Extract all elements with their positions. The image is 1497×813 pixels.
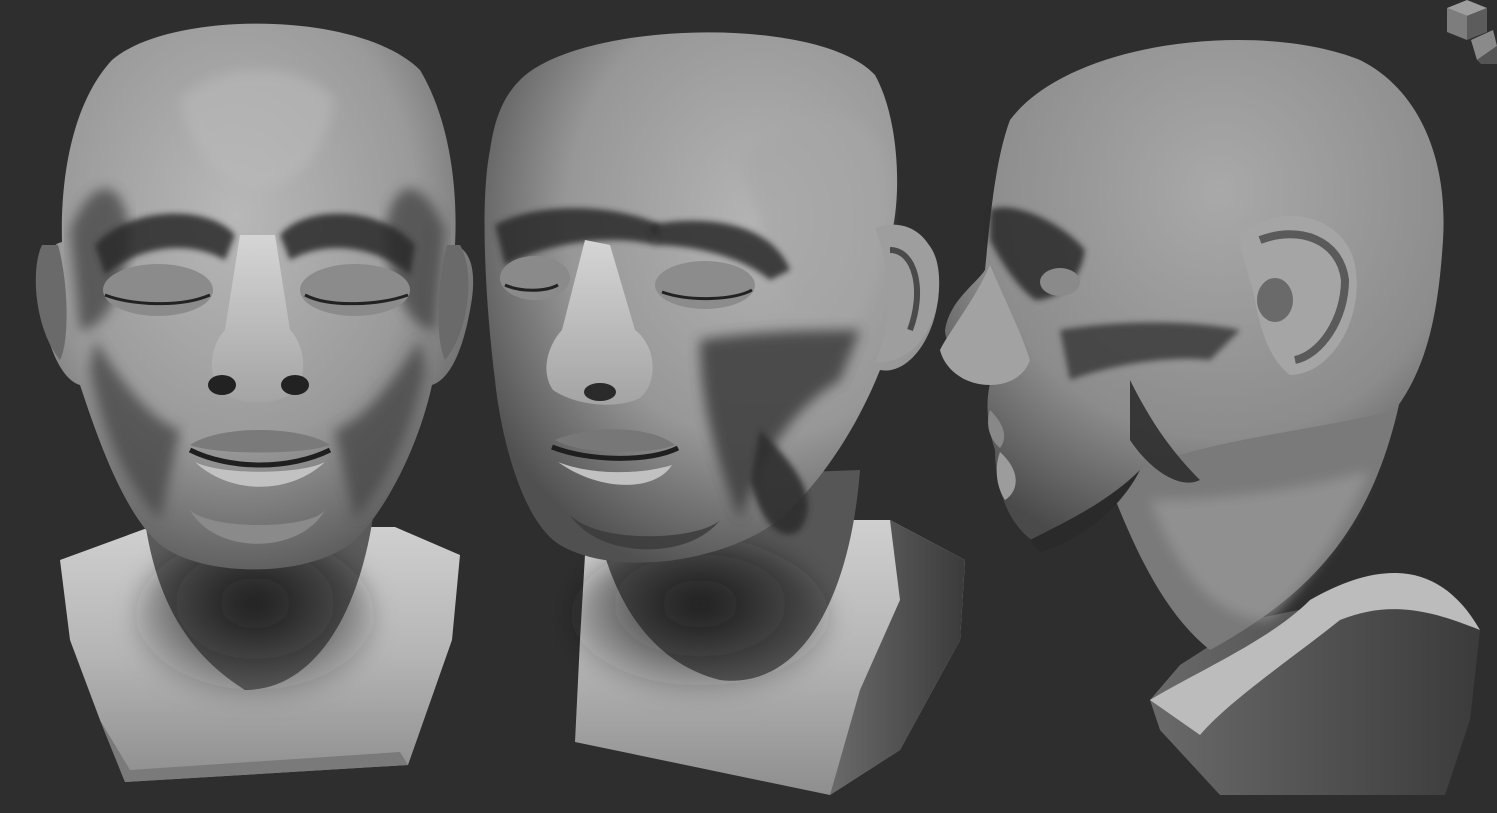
right-eyelid — [300, 264, 410, 316]
bust-profile-view[interactable] — [940, 40, 1480, 795]
bust-three-quarter-view[interactable] — [484, 32, 965, 795]
left-nostril — [208, 375, 236, 395]
right-nostril — [281, 375, 309, 395]
ear-canal — [1257, 278, 1293, 322]
right-eyelid — [655, 261, 755, 309]
left-eyelid — [500, 256, 570, 300]
sculpt-scene[interactable] — [0, 0, 1497, 813]
left-eyelid — [103, 264, 213, 316]
nostril — [584, 383, 616, 401]
3d-viewport[interactable] — [0, 0, 1497, 813]
neck-shadow — [570, 540, 830, 700]
bust-front-view[interactable] — [35, 23, 474, 782]
nav-cube-icon[interactable] — [1437, 0, 1497, 64]
eyelid — [1040, 268, 1080, 296]
